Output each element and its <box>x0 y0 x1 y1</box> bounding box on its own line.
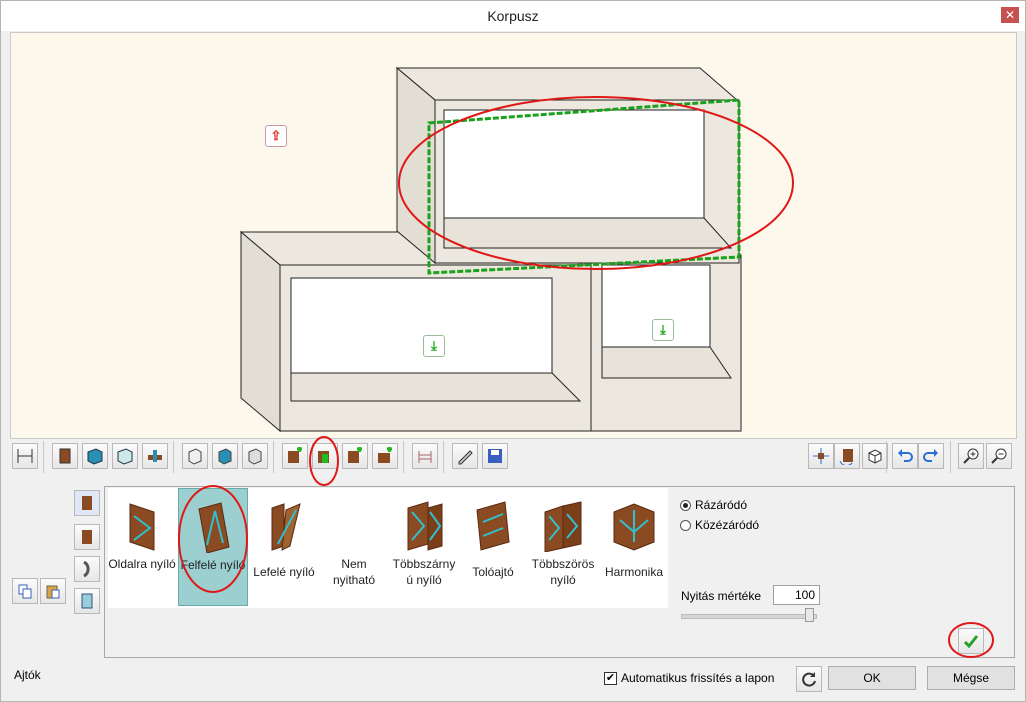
save-icon[interactable] <box>482 443 508 469</box>
frame-icon-3[interactable] <box>242 443 268 469</box>
cabinet-lower-left-interior <box>290 277 553 374</box>
door-type-down[interactable]: Lefelé nyíló <box>250 488 318 606</box>
import-down-icon[interactable]: ⤓ <box>652 319 674 341</box>
add-door-side-icon[interactable] <box>282 443 308 469</box>
hinge-icon[interactable] <box>412 443 438 469</box>
cabinet-upper-shelf <box>443 217 733 249</box>
rotate-view-icon[interactable] <box>834 443 860 469</box>
cube-icon[interactable] <box>862 443 888 469</box>
auto-refresh-checkbox[interactable]: ✔ Automatikus frissítés a lapon <box>604 671 774 685</box>
copy-icon[interactable] <box>12 578 38 604</box>
undo-icon[interactable] <box>892 443 918 469</box>
door-accordion-icon <box>613 503 655 551</box>
door-type-multi-leaf[interactable]: Többszárny ú nyíló <box>390 488 458 606</box>
door-type-accordion[interactable]: Harmonika <box>600 488 668 606</box>
zoom-in-icon[interactable] <box>958 443 984 469</box>
door-down-icon <box>271 503 301 551</box>
cancel-button[interactable]: Mégse <box>927 666 1015 690</box>
title-bar: Korpusz ✕ <box>1 1 1025 31</box>
close-button[interactable]: ✕ <box>1001 7 1019 23</box>
move-icon[interactable] <box>808 443 834 469</box>
zoom-out-icon[interactable] <box>986 443 1012 469</box>
cabinet-lower-left-side <box>240 230 281 433</box>
export-up-icon[interactable]: ⇪ <box>265 125 287 147</box>
door-type-multiple[interactable]: Többszörös nyíló <box>528 488 598 606</box>
door-type-side[interactable]: Oldalra nyíló <box>108 488 176 606</box>
door-multi-leaf-icon <box>407 501 443 551</box>
panel-category-button[interactable] <box>74 524 100 550</box>
cabinet-drawing <box>239 66 794 433</box>
pencil-icon[interactable] <box>452 443 478 469</box>
radio-razarodo[interactable]: Rázáródó <box>680 498 747 512</box>
refresh-button[interactable] <box>796 666 822 692</box>
3d-viewport[interactable]: ⇪ ⤓ ⤓ <box>10 32 1017 439</box>
opening-slider-track[interactable] <box>681 614 817 619</box>
door-type-fixed[interactable]: Nem nyitható <box>320 488 388 606</box>
box-outline-icon[interactable] <box>112 443 138 469</box>
frame-icon-2[interactable] <box>212 443 238 469</box>
ok-button[interactable]: OK <box>828 666 916 690</box>
window-title: Korpusz <box>487 8 539 24</box>
door-type-sliding[interactable]: Tolóajtó <box>460 488 526 606</box>
cabinet-lower-right-shelf <box>601 346 732 379</box>
annotation-ellipse-apply <box>948 622 994 658</box>
connector-icon[interactable] <box>142 443 168 469</box>
door-sliding-icon <box>476 501 510 551</box>
dimension-icon[interactable] <box>12 443 38 469</box>
box-blue-icon[interactable] <box>82 443 108 469</box>
annotation-ellipse-type <box>178 485 248 593</box>
radio-kozezarodo[interactable]: Közézáródó <box>680 518 759 532</box>
handle-category-button[interactable] <box>74 556 100 582</box>
opening-amount-input[interactable]: 100 <box>773 585 820 605</box>
frame-icon-1[interactable] <box>182 443 208 469</box>
opening-label: Nyitás mértéke <box>681 589 762 603</box>
cabinet-upper-interior <box>443 109 705 219</box>
door-category-button[interactable] <box>74 490 100 516</box>
panel-icon[interactable] <box>52 443 78 469</box>
glass-category-button[interactable] <box>74 588 100 614</box>
cabinet-upper-top <box>395 67 739 101</box>
door-side-icon <box>129 503 155 551</box>
import-down-icon[interactable]: ⤓ <box>423 335 445 357</box>
status-label: Ajtók <box>14 668 41 682</box>
door-multiple-icon <box>544 501 582 552</box>
redo-icon[interactable] <box>918 443 944 469</box>
paste-icon[interactable] <box>40 578 66 604</box>
add-drawer-icon[interactable] <box>372 443 398 469</box>
opening-slider-thumb[interactable] <box>805 608 814 622</box>
cabinet-lower-left-shelf <box>290 372 582 402</box>
annotation-ellipse-toolbar <box>309 436 339 486</box>
main-toolbar <box>10 436 1015 486</box>
